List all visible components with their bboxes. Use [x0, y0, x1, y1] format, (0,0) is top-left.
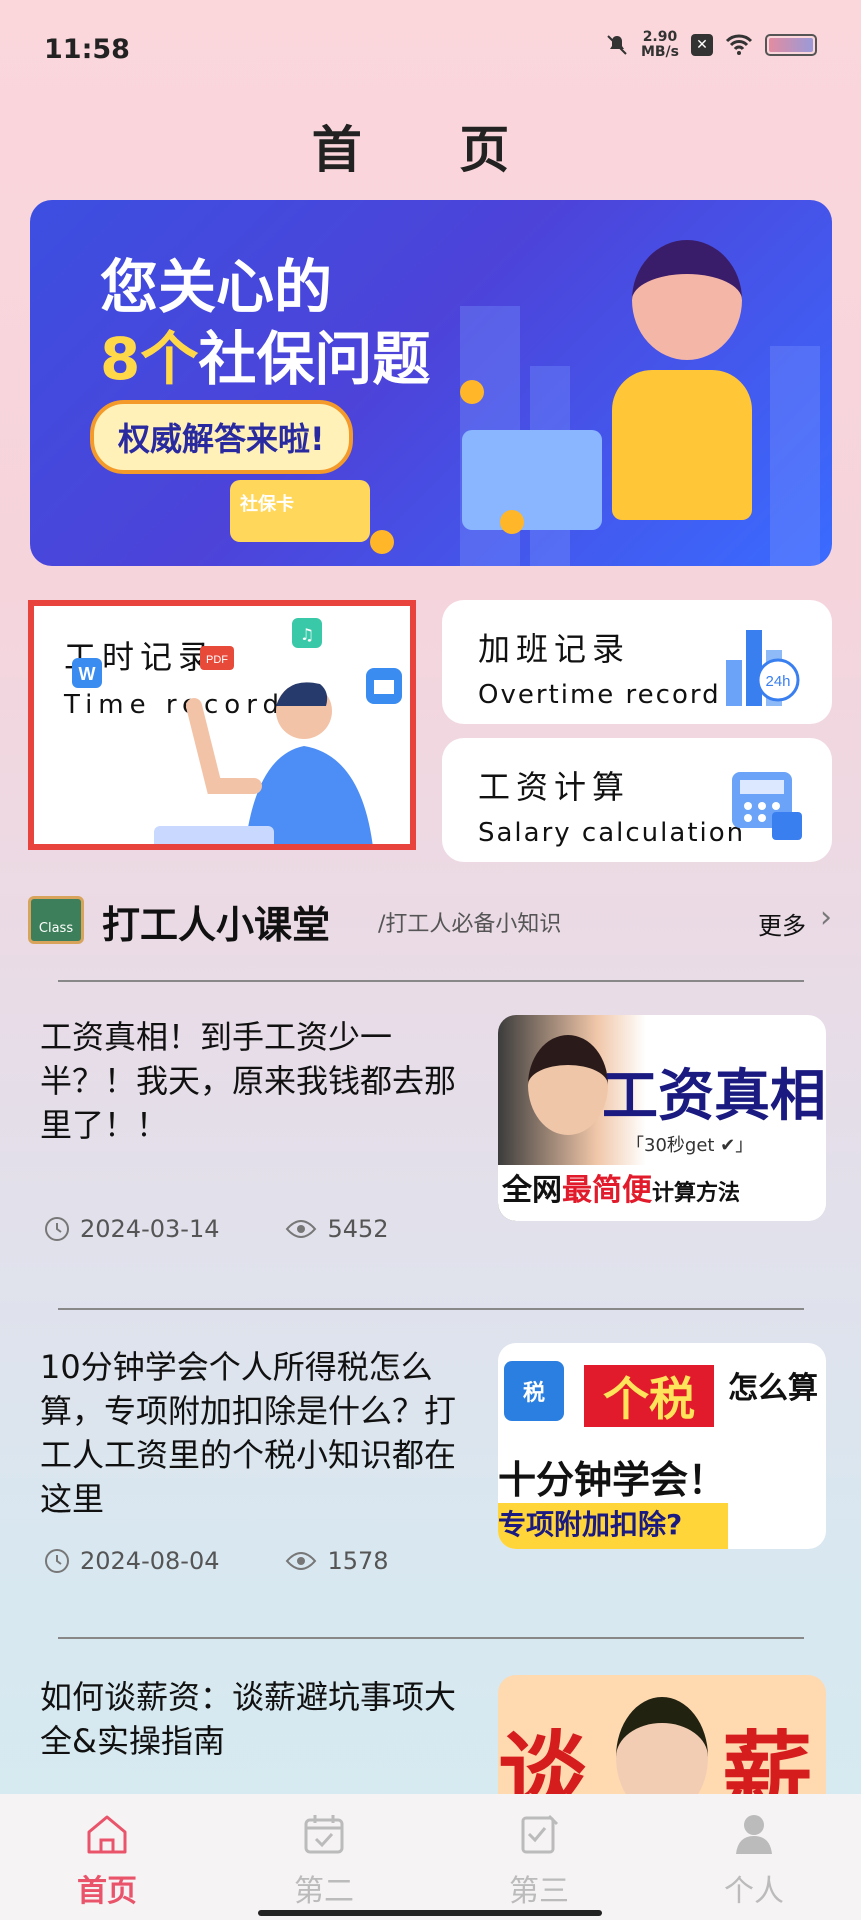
tab-label: 个人 — [724, 1874, 784, 1909]
article-meta: 2024-03-14 5452 — [44, 1215, 397, 1243]
section-subtitle: /打工人必备小知识 — [378, 912, 562, 937]
article-meta: 2024-08-04 1578 — [44, 1547, 397, 1575]
badge-24h: 24h — [765, 673, 790, 690]
network-speed: 2.90 MB/s — [641, 30, 679, 60]
article-thumbnail[interactable]: 税 个税 怎么算 十分钟学会！ 专项附加扣除? — [498, 1343, 826, 1549]
article-item[interactable]: 10分钟学会个人所得税怎么算，专项附加扣除是什么？打工人工资里的个税小知识都在这… — [40, 1343, 826, 1585]
thumbnail-person — [616, 1697, 708, 1799]
salary-calc-title: 工资计算 — [478, 768, 631, 806]
thumb-char-right: 薪 — [722, 1722, 812, 1799]
article-item[interactable]: 如何谈薪资：谈薪避坑事项大全&实操指南 谈 薪 — [40, 1675, 826, 1799]
tab-label: 第二 — [294, 1874, 354, 1909]
eye-icon — [286, 1552, 317, 1570]
classroom-icon: Class — [28, 896, 84, 944]
divider — [58, 1637, 804, 1639]
time-record-tile[interactable]: 工时记录 Time record W ♫ PDF — [28, 600, 416, 850]
home-indicator[interactable] — [258, 1910, 602, 1916]
clock-icon — [45, 1217, 69, 1241]
thumb-bar-b: 最简便 — [562, 1173, 652, 1208]
salary-calc-tile[interactable]: 工资计算 Salary calculation — [442, 738, 832, 862]
status-bar: 11:58 2.90 MB/s ✕ — [0, 0, 861, 100]
woman-body — [612, 370, 752, 520]
salary-calc-subtitle: Salary calculation — [478, 818, 746, 848]
more-link[interactable]: 更多 — [758, 906, 806, 941]
article-title: 工资真相！到手工资少一半？！我天，原来我钱都去那里了！！ — [40, 1018, 457, 1144]
calculator-icon — [732, 772, 802, 840]
section-title: 打工人小课堂 — [102, 903, 331, 947]
article-date: 2024-03-14 — [80, 1215, 220, 1243]
banner-number: 8个 — [100, 325, 199, 393]
coin-icon — [460, 380, 484, 404]
battery-icon — [765, 34, 817, 56]
article-thumbnail[interactable]: 谈 薪 — [498, 1675, 826, 1799]
article-date: 2024-08-04 — [80, 1547, 220, 1575]
svg-text:W: W — [79, 664, 96, 684]
article-views: 1578 — [327, 1547, 389, 1575]
tab-second[interactable]: 第二 — [264, 1812, 384, 1910]
chart-clock-icon: 24h — [726, 630, 800, 706]
thumbnail-person — [528, 1035, 608, 1135]
banner-pill: 权威解答来啦! — [90, 400, 353, 474]
thumb-char-left: 谈 — [498, 1722, 588, 1799]
article-thumbnail[interactable]: 工资真相 「30秒get ✔」 全网最简便计算方法 — [498, 1015, 826, 1221]
user-icon — [736, 1815, 772, 1854]
thumb-bottom-label: 专项附加扣除? — [498, 1503, 728, 1549]
status-icons: 2.90 MB/s ✕ — [605, 30, 817, 60]
bottom-tab-bar: 首页 第二 第三 个人 — [0, 1794, 861, 1920]
thumb-mid-label: 十分钟学会！ — [498, 1458, 727, 1502]
checklist-icon — [521, 1814, 559, 1854]
svg-text:♫: ♫ — [300, 625, 314, 644]
man-illustration — [154, 682, 373, 844]
article-title: 10分钟学会个人所得税怎么算，专项附加扣除是什么？打工人工资里的个税小知识都在这… — [40, 1348, 457, 1518]
promo-banner[interactable]: 您关心的 8个社保问题 权威解答来啦! 社保卡 — [30, 200, 832, 566]
clock-icon — [45, 1549, 69, 1573]
chevron-right-icon[interactable]: › — [820, 900, 832, 935]
thumb-headline: 工资真相 — [602, 1064, 826, 1129]
coin-icon — [370, 530, 394, 554]
overtime-record-subtitle: Overtime record — [478, 680, 721, 710]
overtime-record-tile[interactable]: 加班记录 Overtime record 24h — [442, 600, 832, 724]
word-doc-icon: W — [72, 658, 102, 688]
banner-headline-rest: 社保问题 — [198, 325, 431, 393]
coin-icon — [500, 510, 524, 534]
wifi-icon — [725, 34, 753, 55]
tab-third[interactable]: 第三 — [479, 1812, 599, 1910]
tab-home[interactable]: 首页 — [47, 1812, 167, 1910]
article-views: 5452 — [327, 1215, 389, 1243]
close-box-icon: ✕ — [691, 34, 713, 56]
speed-value: 2.90 — [642, 29, 678, 45]
home-icon — [87, 1815, 127, 1854]
thumb-tag: 「30秒get ✔」 — [626, 1135, 754, 1156]
page-title: 首 页 — [311, 120, 550, 179]
music-icon: ♫ — [292, 618, 322, 648]
tab-label: 第三 — [509, 1874, 569, 1909]
tax-shield-icon: 税 — [504, 1361, 564, 1421]
article-title: 如何谈薪资：谈薪避坑事项大全&实操指南 — [40, 1678, 457, 1760]
overtime-record-title: 加班记录 — [478, 630, 631, 668]
social-card-illustration: 社保卡 — [230, 480, 370, 542]
thumb-red-label: 个税 — [584, 1365, 714, 1427]
status-time: 11:58 — [44, 34, 130, 65]
eye-icon — [286, 1220, 317, 1238]
article-item[interactable]: 工资真相！到手工资少一半？！我天，原来我钱都去那里了！！ 2024-03-14 … — [40, 1015, 826, 1255]
thumb-how-label: 怎么算 — [728, 1371, 818, 1406]
woman-illustration — [572, 220, 792, 566]
divider — [58, 980, 804, 982]
thumb-bar: 全网最简便计算方法 — [498, 1165, 826, 1221]
thumb-bar-a: 全网 — [502, 1173, 562, 1208]
mute-bell-icon — [607, 35, 627, 55]
woman-head — [632, 240, 742, 360]
svg-text:PDF: PDF — [206, 654, 228, 666]
speed-unit: MB/s — [640, 44, 679, 60]
tab-label: 首页 — [77, 1874, 137, 1909]
section-header: Class 打工人小课堂 /打工人必备小知识 更多 › — [28, 894, 832, 954]
thumb-bar-c: 计算方法 — [652, 1181, 741, 1206]
calendar-check-icon — [304, 1815, 344, 1854]
tab-profile[interactable]: 个人 — [694, 1812, 814, 1910]
divider — [58, 1308, 804, 1310]
banner-headline-2: 8个社保问题 — [100, 312, 430, 396]
